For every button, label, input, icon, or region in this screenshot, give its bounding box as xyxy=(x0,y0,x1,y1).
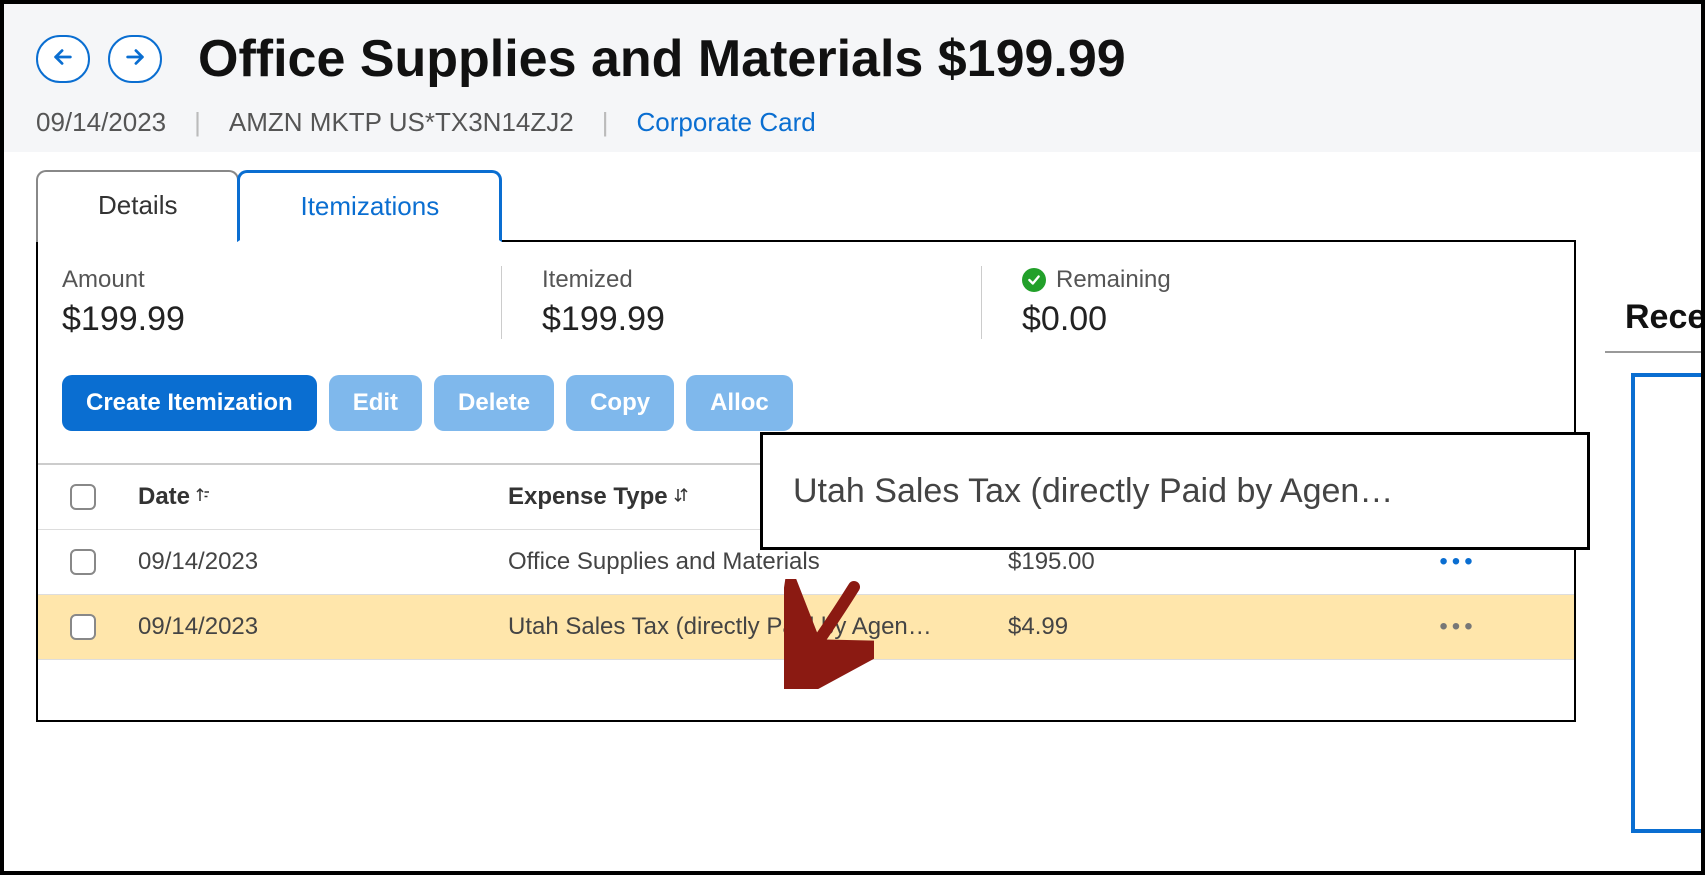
amount-label: Amount xyxy=(62,266,461,294)
receipts-panel: Recei xyxy=(1605,284,1705,833)
remaining-label: Remaining xyxy=(1056,266,1171,294)
summary-itemized: Itemized $199.99 xyxy=(542,266,982,339)
row-actions-button[interactable]: ••• xyxy=(1398,595,1518,659)
tab-itemizations[interactable]: Itemizations xyxy=(237,170,502,242)
summary-amount: Amount $199.99 xyxy=(62,266,502,339)
kebab-icon: ••• xyxy=(1439,548,1476,576)
copy-button[interactable]: Copy xyxy=(566,375,674,431)
row-checkbox[interactable] xyxy=(70,614,96,640)
row-date: 09/14/2023 xyxy=(128,595,498,659)
remaining-label-row: Remaining xyxy=(1022,266,1422,294)
expense-type-tooltip: Utah Sales Tax (directly Paid by Agen… xyxy=(760,432,1590,550)
frame: Office Supplies and Materials $199.99 09… xyxy=(0,0,1705,875)
receipt-thumbnail[interactable] xyxy=(1631,373,1701,833)
summary-row: Amount $199.99 Itemized $199.99 Remainin… xyxy=(38,242,1574,347)
prev-button[interactable] xyxy=(36,35,90,83)
separator-icon: | xyxy=(194,107,201,138)
separator-icon: | xyxy=(602,107,609,138)
arrow-right-icon xyxy=(124,46,146,73)
table-row[interactable]: 09/14/2023 Utah Sales Tax (directly Paid… xyxy=(38,595,1574,660)
summary-remaining: Remaining $0.00 xyxy=(1022,266,1462,339)
delete-button[interactable]: Delete xyxy=(434,375,554,431)
header-bar: Office Supplies and Materials $199.99 09… xyxy=(4,4,1701,152)
action-row: Create Itemization Edit Delete Copy Allo… xyxy=(38,347,1574,443)
checkmark-circle-icon xyxy=(1022,268,1046,292)
edit-button[interactable]: Edit xyxy=(329,375,422,431)
next-button[interactable] xyxy=(108,35,162,83)
allocate-button[interactable]: Alloc xyxy=(686,375,793,431)
payment-type-link[interactable]: Corporate Card xyxy=(637,107,816,138)
arrow-left-icon xyxy=(52,46,74,73)
title-row: Office Supplies and Materials $199.99 xyxy=(36,32,1669,87)
tab-list: Details Itemizations xyxy=(36,170,1701,242)
expense-date: 09/14/2023 xyxy=(36,107,166,138)
sort-icon xyxy=(672,483,690,511)
vendor-text: AMZN MKTP US*TX3N14ZJ2 xyxy=(229,107,574,138)
row-requested: $4.99 xyxy=(998,595,1398,659)
row-date: 09/14/2023 xyxy=(128,530,498,594)
select-all-checkbox[interactable] xyxy=(70,484,96,510)
page-title: Office Supplies and Materials $199.99 xyxy=(198,32,1126,87)
column-date-header[interactable]: Date xyxy=(128,465,498,529)
row-checkbox[interactable] xyxy=(70,549,96,575)
row-type: Utah Sales Tax (directly Paid by Agen… xyxy=(498,595,998,659)
sort-asc-icon xyxy=(194,483,212,511)
tab-details[interactable]: Details xyxy=(36,170,239,242)
kebab-icon: ••• xyxy=(1439,613,1476,641)
amount-value: $199.99 xyxy=(62,300,461,339)
itemized-value: $199.99 xyxy=(542,300,941,339)
receipts-title: Recei xyxy=(1605,284,1705,353)
create-itemization-button[interactable]: Create Itemization xyxy=(62,375,317,431)
remaining-value: $0.00 xyxy=(1022,300,1422,339)
itemized-label: Itemized xyxy=(542,266,941,294)
meta-row: 09/14/2023 | AMZN MKTP US*TX3N14ZJ2 | Co… xyxy=(36,107,1669,138)
